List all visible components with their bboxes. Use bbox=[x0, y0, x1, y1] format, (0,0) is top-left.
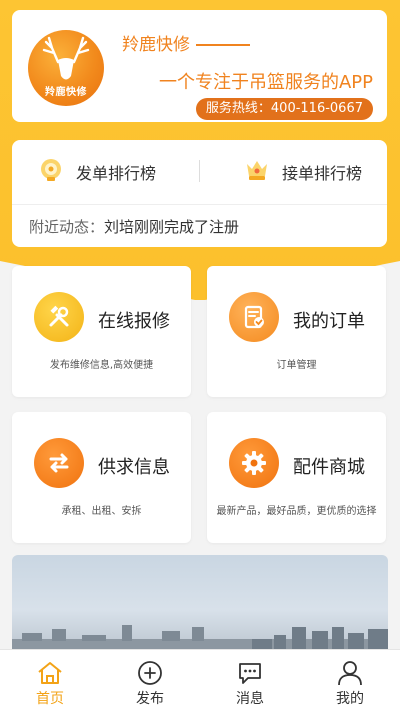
deer-icon bbox=[42, 36, 90, 80]
order-icon bbox=[229, 292, 279, 342]
tab-label: 消息 bbox=[236, 691, 264, 707]
parts-mall-card[interactable]: 配件商城 最新产品，最好品质，更优质的选择 bbox=[207, 412, 386, 543]
app-slogan: 一个专注于吊篮服务的APP bbox=[158, 72, 373, 93]
accept-ranking-icon bbox=[244, 157, 270, 187]
accept-ranking-button[interactable]: 接单排行榜 bbox=[244, 152, 362, 192]
nearby-activity: 附近动态：刘培刚刚完成了注册 bbox=[29, 216, 239, 237]
nearby-label: 附近动态： bbox=[29, 218, 105, 236]
gear-icon bbox=[229, 438, 279, 488]
feature-desc: 承租、出租、安拆 bbox=[61, 506, 142, 517]
user-icon bbox=[338, 661, 362, 686]
send-ranking-button[interactable]: 发单排行榜 bbox=[38, 152, 156, 192]
feature-desc: 订单管理 bbox=[276, 360, 317, 371]
supply-demand-card[interactable]: 供求信息 承租、出租、安拆 bbox=[12, 412, 191, 543]
online-repair-card[interactable]: 在线报修 发布维修信息,高效便捷 bbox=[12, 266, 191, 397]
accept-ranking-label: 接单排行榜 bbox=[282, 164, 363, 183]
tab-messages[interactable]: 消息 bbox=[200, 650, 300, 711]
my-orders-card[interactable]: 我的订单 订单管理 bbox=[207, 266, 386, 397]
tab-home[interactable]: 首页 bbox=[0, 650, 100, 711]
feature-title: 供求信息 bbox=[98, 457, 170, 478]
feature-desc: 最新产品，最好品质，更优质的选择 bbox=[216, 506, 377, 517]
tab-mine[interactable]: 我的 bbox=[300, 650, 400, 711]
title-line bbox=[196, 44, 250, 46]
nearby-text: 刘培刚刚完成了注册 bbox=[104, 218, 240, 236]
hotline-button[interactable]: 服务热线：400-116-0667 bbox=[195, 98, 373, 120]
bottom-tab-bar: 首页 发布 消息 我的 bbox=[0, 649, 400, 711]
rank-divider bbox=[199, 160, 200, 182]
app-title: 羚鹿快修 bbox=[122, 30, 250, 55]
send-ranking-label: 发单排行榜 bbox=[76, 164, 157, 183]
tab-publish[interactable]: 发布 bbox=[100, 650, 200, 711]
city-banner[interactable] bbox=[12, 555, 388, 655]
send-ranking-icon bbox=[38, 157, 64, 187]
message-icon bbox=[239, 663, 261, 684]
rank-separator bbox=[12, 204, 387, 205]
home-icon bbox=[38, 662, 62, 684]
tab-label: 发布 bbox=[136, 691, 164, 707]
ranking-card: 发单排行榜 接单排行榜 附近动态：刘培刚刚完成了注册 bbox=[12, 140, 387, 247]
feature-title: 配件商城 bbox=[293, 457, 365, 478]
feature-title: 在线报修 bbox=[98, 311, 170, 332]
tools-icon bbox=[34, 292, 84, 342]
exchange-icon bbox=[34, 438, 84, 488]
feature-desc: 发布维修信息,高效便捷 bbox=[49, 360, 154, 371]
app-name: 羚鹿快修 bbox=[122, 35, 190, 55]
city-skyline-image bbox=[12, 625, 388, 655]
logo-text: 羚鹿快修 bbox=[45, 87, 87, 98]
feature-title: 我的订单 bbox=[293, 311, 365, 332]
tab-label: 首页 bbox=[36, 691, 64, 707]
app-logo: 羚鹿快修 bbox=[28, 30, 104, 106]
header-card: 羚鹿快修 羚鹿快修 一个专注于吊篮服务的APP 服务热线：400-116-066… bbox=[12, 10, 387, 122]
tab-label: 我的 bbox=[336, 691, 364, 707]
plus-circle-icon bbox=[138, 661, 162, 685]
